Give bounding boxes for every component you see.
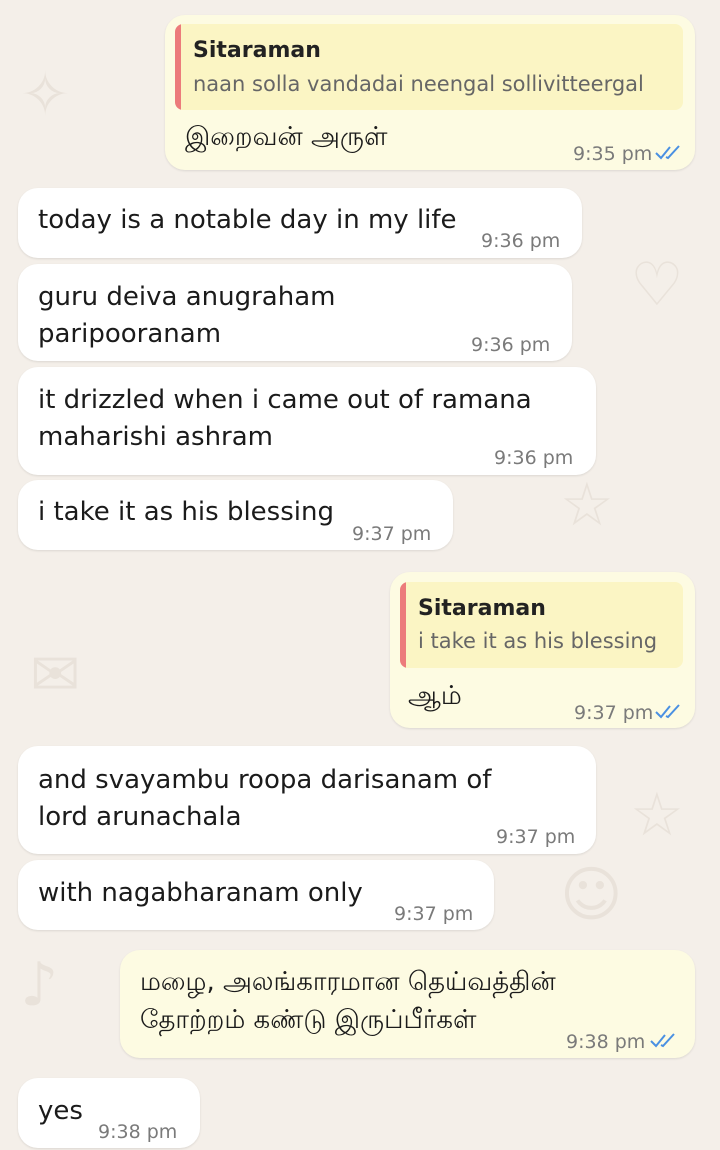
wallpaper-doodle-icon: ♪ — [20, 950, 59, 1020]
message-time: 9:37 pm — [574, 702, 654, 724]
message-text-line: paripooranam — [38, 319, 222, 349]
message-bubble-outgoing[interactable]: மழை, அலங்காரமான தெய்வத்தின் தோற்றம் கண்ட… — [120, 950, 695, 1058]
message-bubble-incoming[interactable]: it drizzled when i came out of ramana ma… — [18, 367, 596, 475]
message-bubble-incoming[interactable]: yes 9:38 pm — [18, 1078, 200, 1148]
message-text: with nagabharanam only — [38, 878, 363, 908]
message-bubble-outgoing[interactable]: Sitaraman naan solla vandadai neengal so… — [165, 15, 695, 170]
message-bubble-incoming[interactable]: guru deiva anugraham paripooranam 9:36 p… — [18, 264, 572, 361]
message-time: 9:38 pm — [566, 1031, 646, 1053]
quote-sender-name: Sitaraman — [193, 38, 321, 63]
message-text: yes — [38, 1096, 83, 1126]
wallpaper-doodle-icon: ☆ — [630, 780, 684, 850]
wallpaper-doodle-icon: ✧ — [20, 60, 71, 130]
quoted-message[interactable]: Sitaraman i take it as his blessing — [400, 582, 683, 668]
message-text-line: தோற்றம் கண்டு இருப்பீர்கள் — [140, 1005, 477, 1035]
message-text-line: lord arunachala — [38, 802, 242, 832]
message-time: 9:35 pm — [573, 143, 653, 165]
double-check-icon — [650, 1033, 675, 1048]
wallpaper-doodle-icon: ☺ — [560, 860, 623, 930]
message-time: 9:37 pm — [394, 903, 474, 925]
message-text-line: guru deiva anugraham — [38, 282, 336, 312]
message-bubble-outgoing[interactable]: Sitaraman i take it as his blessing ஆம் … — [390, 572, 695, 728]
chat-area[interactable]: ✧ ♡ ☆ ✉ ☆ ☺ ♪ Sitaraman naan solla vanda… — [0, 0, 720, 1150]
message-time: 9:38 pm — [98, 1121, 178, 1143]
quote-text: i take it as his blessing — [418, 629, 658, 653]
message-time: 9:36 pm — [471, 334, 551, 356]
message-text-line: maharishi ashram — [38, 422, 274, 452]
message-bubble-incoming[interactable]: and svayambu roopa darisanam of lord aru… — [18, 746, 596, 854]
quote-accent-bar — [400, 582, 406, 668]
double-check-icon — [655, 145, 680, 160]
message-text: i take it as his blessing — [38, 497, 334, 527]
message-text-line: it drizzled when i came out of ramana — [38, 385, 532, 415]
message-time: 9:37 pm — [496, 826, 576, 848]
message-time: 9:36 pm — [481, 230, 561, 252]
message-time: 9:37 pm — [352, 523, 432, 545]
message-text-line: and svayambu roopa darisanam of — [38, 765, 492, 795]
wallpaper-doodle-icon: ♡ — [630, 250, 684, 320]
message-bubble-incoming[interactable]: with nagabharanam only 9:37 pm — [18, 860, 494, 930]
message-text-line: மழை, அலங்காரமான தெய்வத்தின் — [140, 967, 556, 997]
message-bubble-incoming[interactable]: today is a notable day in my life 9:36 p… — [18, 188, 582, 258]
message-text: ஆம் — [408, 681, 462, 711]
message-text: today is a notable day in my life — [38, 205, 457, 235]
wallpaper-doodle-icon: ☆ — [560, 470, 614, 540]
double-check-icon — [655, 704, 680, 719]
quote-accent-bar — [175, 24, 181, 110]
message-bubble-incoming[interactable]: i take it as his blessing 9:37 pm — [18, 480, 453, 550]
quote-text: naan solla vandadai neengal sollivitteer… — [193, 72, 644, 96]
message-time: 9:36 pm — [494, 447, 574, 469]
wallpaper-doodle-icon: ✉ — [30, 640, 81, 710]
quote-sender-name: Sitaraman — [418, 596, 546, 621]
quoted-message[interactable]: Sitaraman naan solla vandadai neengal so… — [175, 24, 683, 110]
message-text: இறைவன் அருள் — [185, 122, 388, 152]
